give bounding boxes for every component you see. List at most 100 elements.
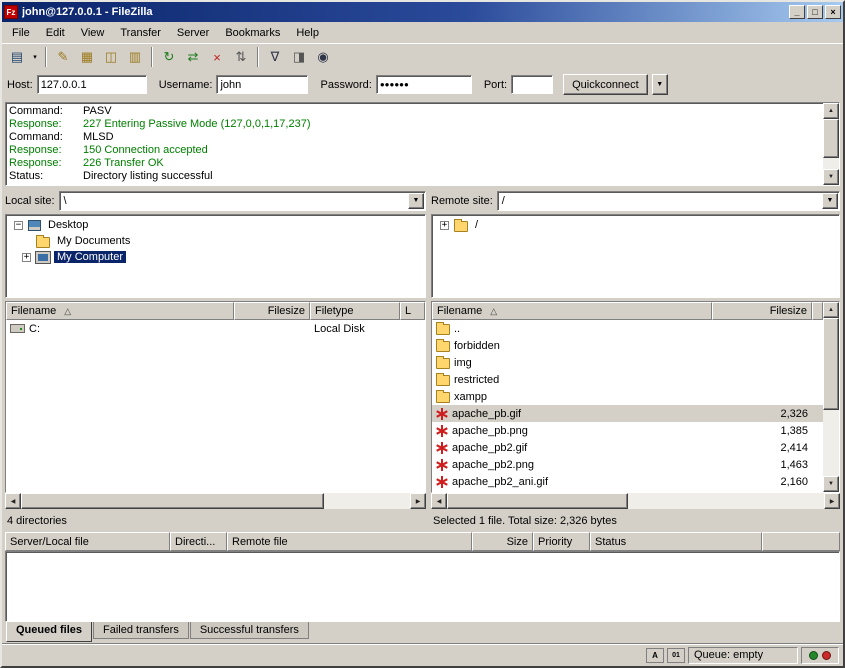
file-size: 2,160 xyxy=(712,476,812,488)
menu-edit[interactable]: Edit xyxy=(38,24,73,42)
scroll-left-icon[interactable]: ◀ xyxy=(431,493,447,509)
menu-server[interactable]: Server xyxy=(169,24,217,42)
tree-item-label: My Documents xyxy=(54,235,133,247)
local-list-header: Filename△ Filesize Filetype L xyxy=(6,302,425,320)
maximize-button[interactable]: □ xyxy=(807,5,823,19)
tab-failed-transfers[interactable]: Failed transfers xyxy=(93,622,189,639)
remote-file-row[interactable]: apache_pb2_ani.gif 2,160 xyxy=(432,473,823,490)
queue-column-remote-file[interactable]: Remote file xyxy=(227,532,472,551)
message-log-icon: ✎ xyxy=(58,49,69,65)
quickconnect-dropdown[interactable]: ▼ xyxy=(652,74,668,95)
expander-icon[interactable]: + xyxy=(440,221,449,230)
remote-file-row[interactable]: apache_pb2.gif 2,414 xyxy=(432,439,823,456)
column-header-filename[interactable]: Filename△ xyxy=(6,302,234,320)
local-horizontal-scrollbar[interactable]: ◀ ▶ xyxy=(5,493,426,509)
tree-item-my-computer[interactable]: + My Computer xyxy=(8,249,423,265)
transfer-type-ascii-icon: A xyxy=(646,648,664,663)
log-line-label: Response: xyxy=(9,118,83,131)
remote-file-row[interactable]: img xyxy=(432,354,823,371)
queue-column-status[interactable]: Status xyxy=(590,532,762,551)
menu-help[interactable]: Help xyxy=(288,24,327,42)
find-files-button[interactable]: ◉ xyxy=(311,46,335,68)
local-file-row[interactable]: C: Local Disk xyxy=(6,320,425,337)
local-file-list: Filename△ Filesize Filetype L C: Local D… xyxy=(5,301,426,493)
scrollbar-thumb[interactable] xyxy=(823,119,839,158)
tab-queued-files[interactable]: Queued files xyxy=(6,622,92,642)
toggle-local-tree-button[interactable]: ▦ xyxy=(75,46,99,68)
message-log: Command:PASV Response:227 Entering Passi… xyxy=(5,102,840,186)
remote-file-row[interactable]: forbidden xyxy=(432,337,823,354)
tab-successful-transfers[interactable]: Successful transfers xyxy=(190,622,309,639)
file-name: apache_pb.png xyxy=(452,425,528,437)
site-manager-button[interactable]: ▤ xyxy=(5,46,29,68)
queue-header: Server/Local file Directi... Remote file… xyxy=(5,532,840,551)
file-name: xampp xyxy=(454,391,487,403)
scroll-right-icon[interactable]: ▶ xyxy=(824,493,840,509)
combo-dropdown-icon[interactable]: ▼ xyxy=(822,193,838,209)
toggle-message-log-button[interactable]: ✎ xyxy=(51,46,75,68)
minimize-button[interactable]: _ xyxy=(789,5,805,19)
remote-file-row[interactable]: restricted xyxy=(432,371,823,388)
tree-item-my-documents[interactable]: My Documents xyxy=(8,233,423,249)
local-site-combobox[interactable]: \ ▼ xyxy=(59,191,426,211)
remote-file-row[interactable]: .. xyxy=(432,320,823,337)
comparison-button[interactable]: ◨ xyxy=(287,46,311,68)
combo-dropdown-icon[interactable]: ▼ xyxy=(408,193,424,209)
folder-icon xyxy=(436,358,450,369)
process-queue-button[interactable]: ⇄ xyxy=(181,46,205,68)
remote-file-row[interactable]: xampp xyxy=(432,388,823,405)
column-header-last-modified[interactable]: L xyxy=(400,302,425,320)
scrollbar-thumb[interactable] xyxy=(21,493,324,509)
password-input[interactable] xyxy=(376,75,472,94)
menu-bookmarks[interactable]: Bookmarks xyxy=(217,24,288,42)
expander-icon[interactable]: + xyxy=(22,253,31,262)
menu-view[interactable]: View xyxy=(73,24,113,42)
menu-transfer[interactable]: Transfer xyxy=(112,24,169,42)
scrollbar-thumb[interactable] xyxy=(447,493,628,509)
remote-file-row[interactable]: apache_pb2.png 1,463 xyxy=(432,456,823,473)
scroll-right-icon[interactable]: ▶ xyxy=(410,493,426,509)
close-button[interactable]: × xyxy=(825,5,841,19)
host-input[interactable] xyxy=(37,75,147,94)
column-header-filesize[interactable]: Filesize xyxy=(712,302,812,320)
scroll-down-icon[interactable]: ▼ xyxy=(823,169,839,185)
cancel-button[interactable]: × xyxy=(205,46,229,68)
scroll-up-icon[interactable]: ▲ xyxy=(823,302,839,318)
queue-column-priority[interactable]: Priority xyxy=(533,532,590,551)
expander-icon[interactable]: − xyxy=(14,221,23,230)
queue-column-size[interactable]: Size xyxy=(472,532,533,551)
toggle-queue-button[interactable]: ▥ xyxy=(123,46,147,68)
refresh-button[interactable]: ↻ xyxy=(157,46,181,68)
scroll-up-icon[interactable]: ▲ xyxy=(823,103,839,119)
file-size: 2,326 xyxy=(712,408,812,420)
column-header-filetype[interactable]: Filetype xyxy=(310,302,400,320)
remote-vertical-scrollbar[interactable]: ▲ ▼ xyxy=(823,302,839,492)
file-icon xyxy=(436,476,448,488)
port-input[interactable] xyxy=(511,75,553,94)
remote-file-row-selected[interactable]: apache_pb.gif 2,326 xyxy=(432,405,823,422)
log-vertical-scrollbar[interactable]: ▲ ▼ xyxy=(823,103,839,185)
file-size: 1,385 xyxy=(712,425,812,437)
queue-column-server-local-file[interactable]: Server/Local file xyxy=(5,532,170,551)
filter-button[interactable]: ∇ xyxy=(263,46,287,68)
column-header-filename[interactable]: Filename△ xyxy=(432,302,712,320)
scroll-left-icon[interactable]: ◀ xyxy=(5,493,21,509)
log-line-label: Command: xyxy=(9,131,83,144)
file-size: 1,463 xyxy=(712,459,812,471)
quickconnect-button[interactable]: Quickconnect xyxy=(563,74,648,95)
tree-item-desktop[interactable]: − Desktop xyxy=(8,217,423,233)
tree-item-root[interactable]: + / xyxy=(434,217,837,233)
username-input[interactable] xyxy=(216,75,308,94)
toggle-remote-tree-button[interactable]: ◫ xyxy=(99,46,123,68)
toolbar-separator xyxy=(45,47,47,67)
remote-file-row[interactable]: apache_pb.png 1,385 xyxy=(432,422,823,439)
menu-file[interactable]: File xyxy=(4,24,38,42)
site-manager-dropdown[interactable]: ▾ xyxy=(29,46,41,68)
remote-site-combobox[interactable]: / ▼ xyxy=(497,191,840,211)
disconnect-button[interactable]: ⇅ xyxy=(229,46,253,68)
column-header-filesize[interactable]: Filesize xyxy=(234,302,310,320)
scroll-down-icon[interactable]: ▼ xyxy=(823,476,839,492)
queue-column-direction[interactable]: Directi... xyxy=(170,532,227,551)
remote-horizontal-scrollbar[interactable]: ◀ ▶ xyxy=(431,493,840,509)
scrollbar-thumb[interactable] xyxy=(823,318,839,410)
